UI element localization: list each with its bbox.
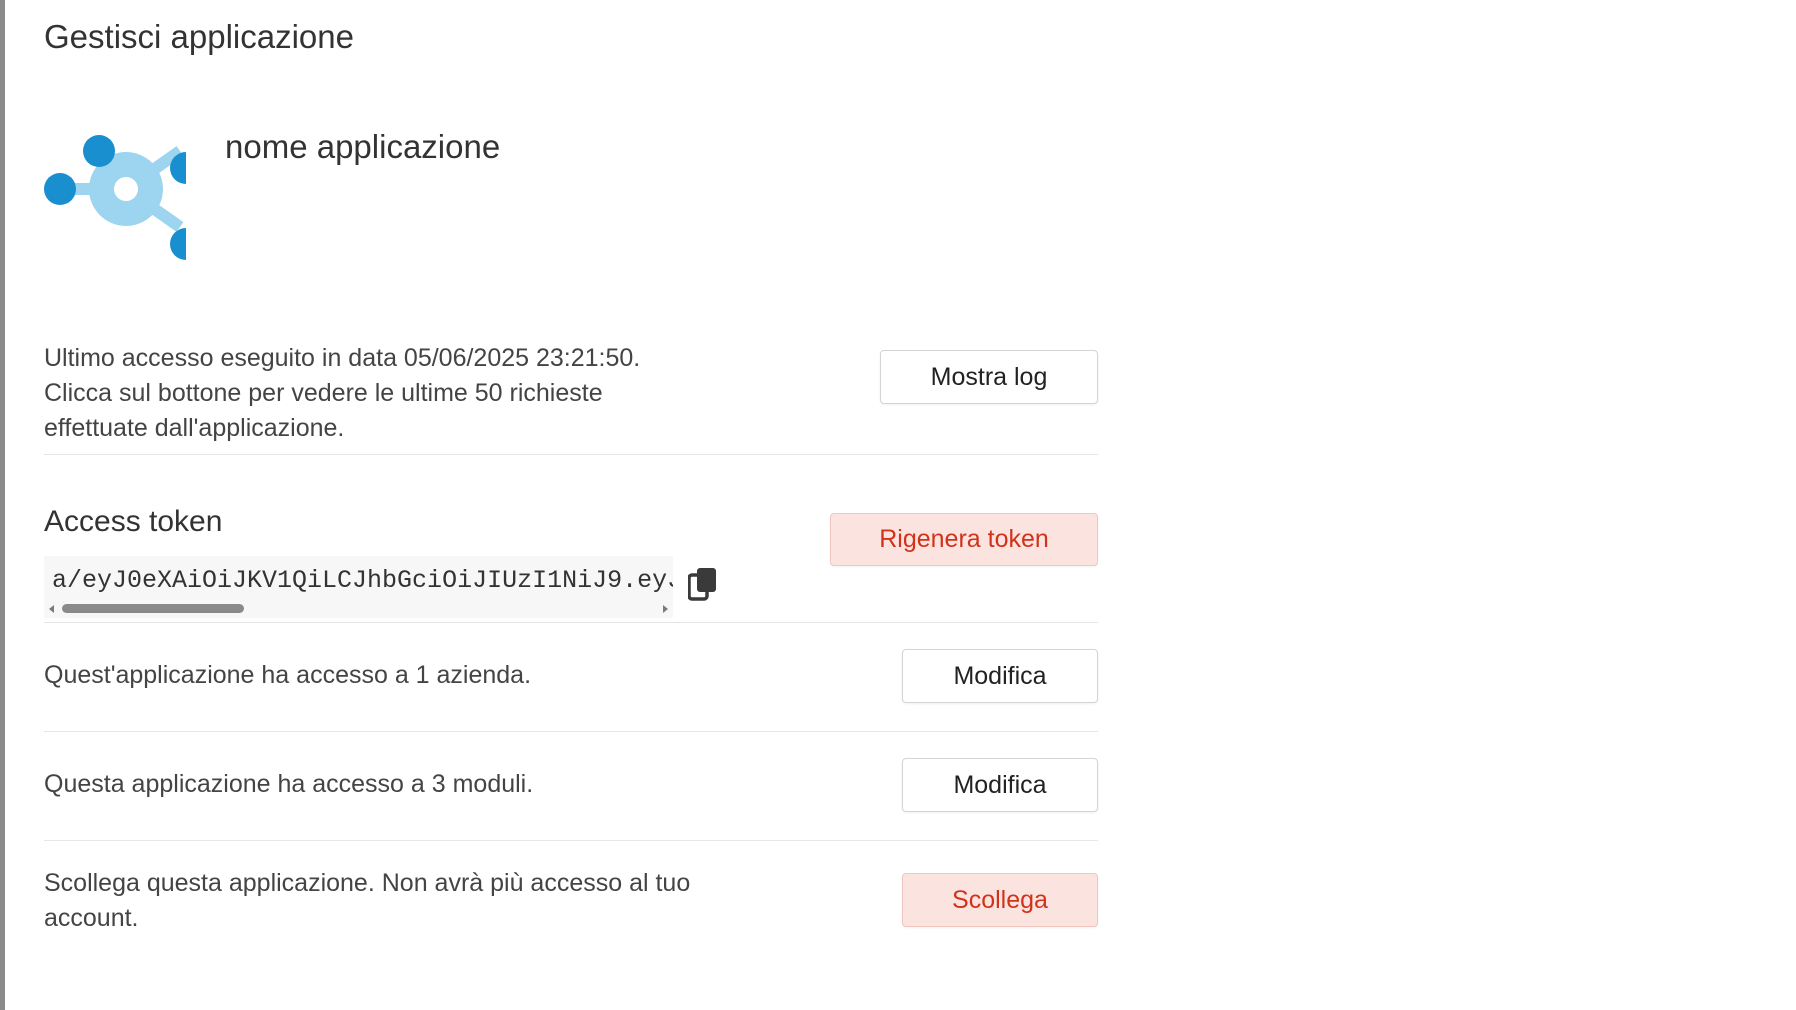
copy-icon[interactable] bbox=[688, 567, 718, 601]
token-title: Access token bbox=[44, 505, 223, 538]
token-scrollbar[interactable] bbox=[44, 602, 673, 616]
regenerate-token-button[interactable]: Rigenera token bbox=[830, 513, 1098, 566]
app-name: nome applicazione bbox=[225, 128, 501, 165]
edit-modules-button[interactable]: Modifica bbox=[902, 758, 1098, 812]
page-title: Gestisci applicazione bbox=[44, 18, 354, 55]
disconnect-button[interactable]: Scollega bbox=[902, 873, 1098, 927]
divider bbox=[44, 454, 1098, 455]
edit-companies-button[interactable]: Modifica bbox=[902, 649, 1098, 703]
companies-access-text: Quest'applicazione ha accesso a 1 aziend… bbox=[44, 661, 532, 689]
scroll-left-icon[interactable] bbox=[49, 605, 54, 613]
token-value[interactable]: a/eyJ0eXAiOiJKV1QiLCJhbGciOiJIUzI1NiJ9.e… bbox=[52, 566, 673, 595]
show-log-button[interactable]: Mostra log bbox=[880, 350, 1098, 404]
api-network-icon bbox=[44, 135, 186, 260]
divider bbox=[44, 840, 1098, 841]
scroll-thumb[interactable] bbox=[62, 604, 244, 613]
token-field[interactable]: a/eyJ0eXAiOiJKV1QiLCJhbGciOiJIUzI1NiJ9.e… bbox=[44, 556, 673, 618]
disconnect-text: Scollega questa applicazione. Non avrà p… bbox=[44, 869, 691, 932]
scroll-right-icon[interactable] bbox=[663, 605, 668, 613]
left-border bbox=[0, 0, 5, 1010]
last-access-text: Ultimo accesso eseguito in data 05/06/20… bbox=[44, 344, 641, 442]
divider bbox=[44, 622, 1098, 623]
modules-access-text: Questa applicazione ha accesso a 3 modul… bbox=[44, 770, 534, 798]
divider bbox=[44, 731, 1098, 732]
